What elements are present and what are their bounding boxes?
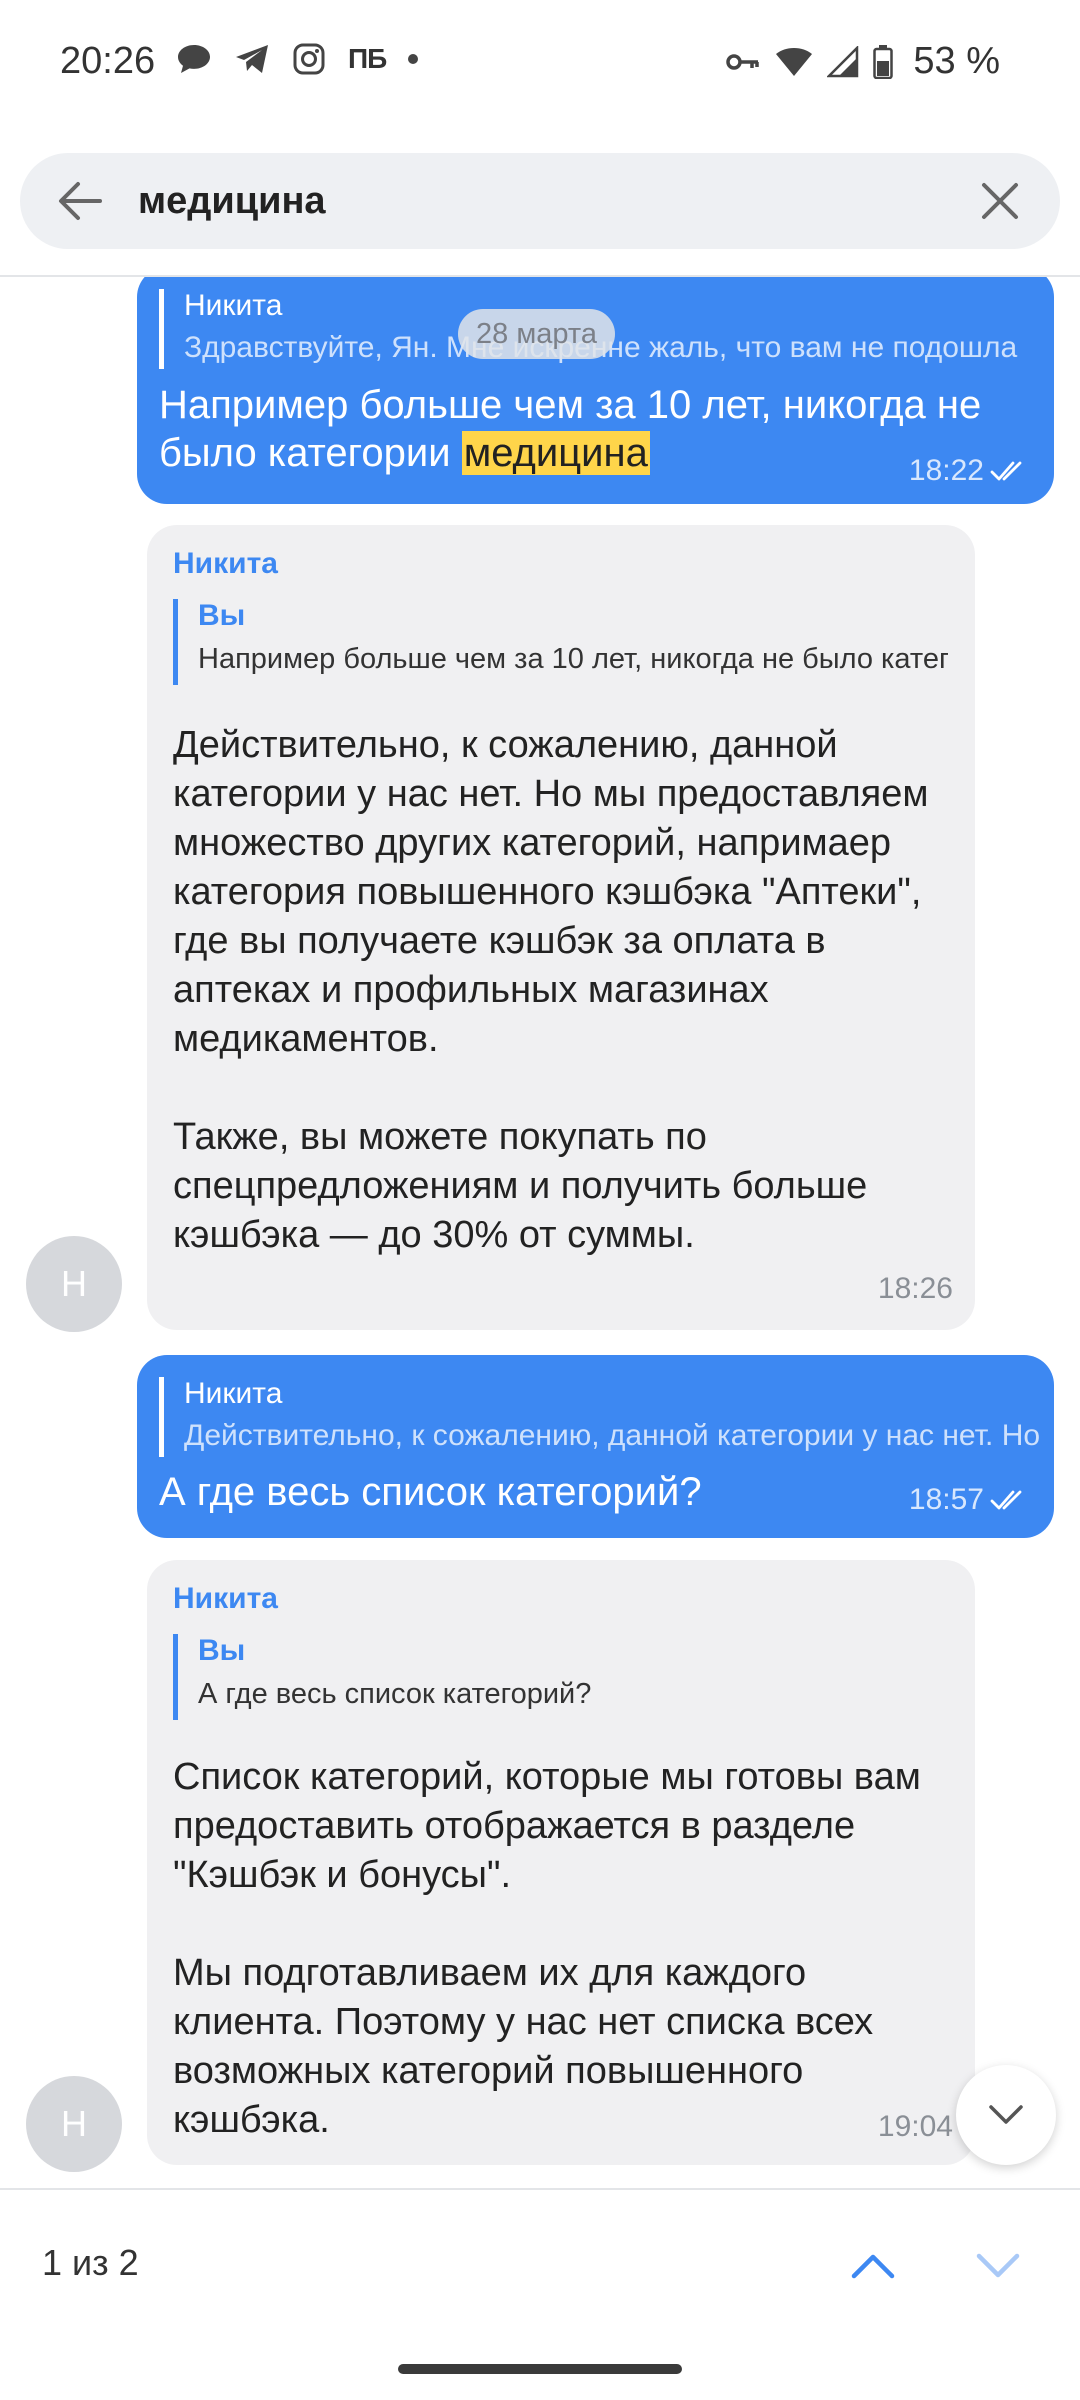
more-notifications-dot-icon <box>408 54 419 64</box>
date-separator: 28 марта <box>458 309 615 359</box>
reply-preview-text: Действительно, к сожалению, данной катег… <box>184 1419 1044 1452</box>
message-time: 18:57 <box>908 1483 984 1516</box>
reply-author: Вы <box>198 599 246 632</box>
sender-name: Никита <box>173 547 278 580</box>
reply-quote[interactable]: Вы А где весь список категорий? <box>173 1634 948 1720</box>
battery-icon <box>873 44 894 79</box>
sender-name: Никита <box>173 1582 278 1615</box>
incoming-message[interactable]: Никита Вы Например больше чем за 10 лет,… <box>147 525 975 1330</box>
message-meta: 18:57 <box>909 1483 1028 1517</box>
double-check-icon <box>990 1490 1022 1510</box>
outgoing-message[interactable]: Никита Действительно, к сожалению, данно… <box>137 1355 1054 1538</box>
message-time: 18:26 <box>877 1272 953 1305</box>
home-indicator[interactable] <box>398 2364 682 2374</box>
next-result-button[interactable] <box>970 2238 1026 2294</box>
search-highlight: медицина <box>461 431 650 475</box>
message-text: Список категорий, которые мы готовы вам … <box>173 1756 921 2141</box>
status-bar: 20:26 ПБ 53 % <box>0 0 1080 130</box>
message-time: 19:04 <box>877 2110 953 2143</box>
chevron-down-icon <box>976 2253 1020 2278</box>
chevron-down-icon <box>989 2105 1023 2124</box>
reply-author: Вы <box>198 1634 246 1667</box>
message-text: А где весь список категорий? <box>159 1470 702 1514</box>
status-time: 20:26 <box>60 40 156 82</box>
status-notification-icons: ПБ <box>176 42 419 76</box>
message-meta: 18:22 <box>909 454 1028 488</box>
search-bar <box>20 153 1060 249</box>
telegram-icon <box>234 43 270 75</box>
reply-quote[interactable]: Никита Действительно, к сожалению, данно… <box>159 1377 1044 1457</box>
clear-search-button[interactable] <box>976 177 1024 225</box>
close-icon <box>982 183 1018 219</box>
previous-result-button[interactable] <box>845 2238 901 2294</box>
chevron-up-icon <box>851 2254 895 2279</box>
wifi-icon <box>775 46 813 78</box>
message-text: Например больше чем за 10 лет, никогда н… <box>159 381 1039 477</box>
status-system-icons: 53 % <box>725 40 1000 83</box>
arrow-left-icon <box>59 182 102 220</box>
pb-app-icon: ПБ <box>348 43 387 74</box>
vpn-key-icon <box>725 50 761 74</box>
double-check-icon <box>990 461 1022 481</box>
message-text: Действительно, к сожалению, данной катег… <box>173 724 929 1256</box>
battery-percentage: 53 % <box>913 40 1000 82</box>
avatar[interactable]: Н <box>26 1236 122 1332</box>
message-time: 18:22 <box>908 454 984 487</box>
scroll-to-bottom-button[interactable] <box>956 2065 1056 2165</box>
reply-author: Никита <box>184 289 283 322</box>
chat-messages[interactable]: Никита Здравствуйте, Ян. Мне искренне жа… <box>0 277 1080 2187</box>
chat-bubble-icon <box>176 43 212 75</box>
instagram-icon <box>292 42 326 76</box>
bottom-divider <box>0 2188 1080 2190</box>
back-button[interactable] <box>54 175 106 227</box>
reply-preview-text: Например больше чем за 10 лет, никогда н… <box>198 643 948 675</box>
avatar[interactable]: Н <box>26 2076 122 2172</box>
reply-preview-text: А где весь список категорий? <box>198 1678 592 1710</box>
reply-author: Никита <box>184 1377 283 1410</box>
search-result-counter: 1 из 2 <box>42 2242 139 2283</box>
incoming-message[interactable]: Никита Вы А где весь список категорий? С… <box>147 1560 975 2165</box>
search-input[interactable] <box>138 171 958 231</box>
reply-quote[interactable]: Вы Например больше чем за 10 лет, никогд… <box>173 599 948 685</box>
cellular-signal-icon <box>827 45 859 78</box>
